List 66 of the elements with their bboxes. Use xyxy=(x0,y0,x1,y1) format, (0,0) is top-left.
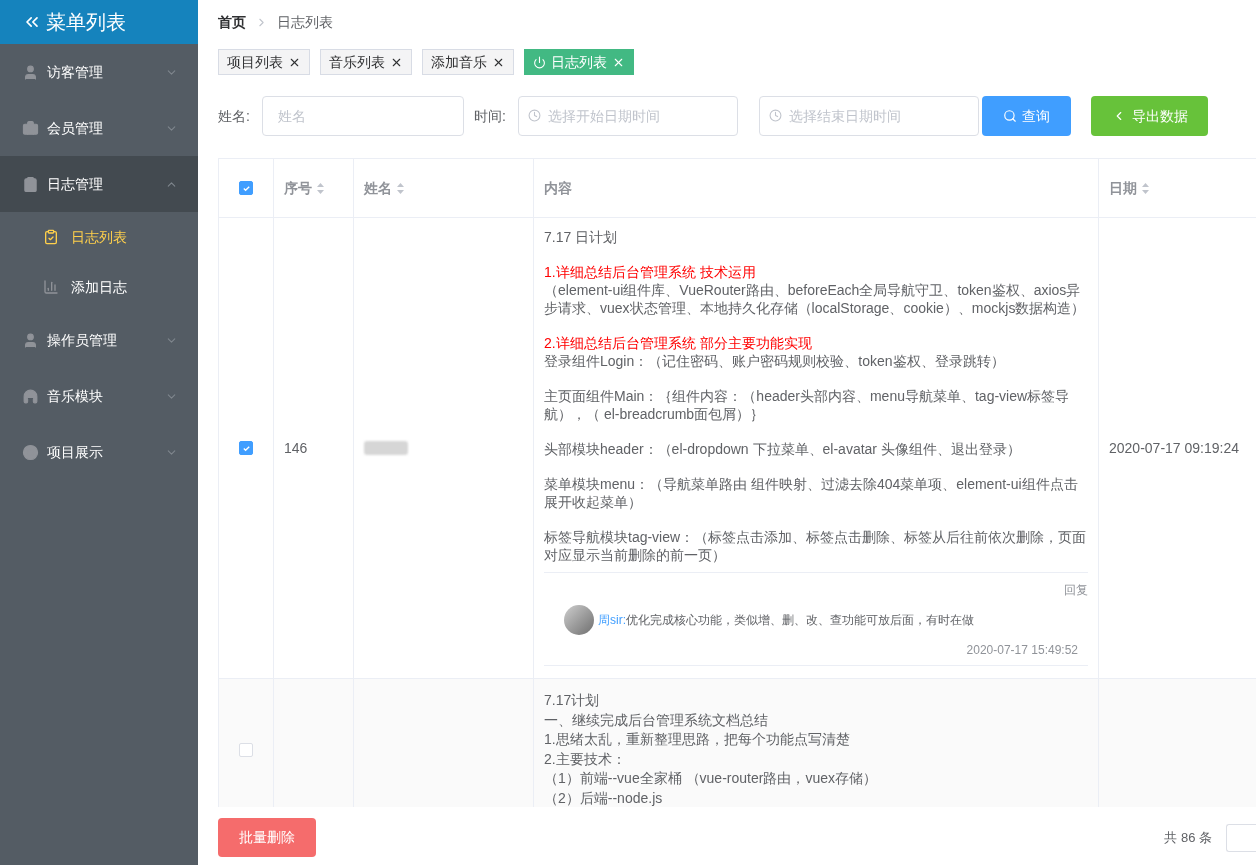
sidebar-title: 菜单列表 xyxy=(46,10,126,35)
menu-group-label: 操作员管理 xyxy=(47,330,118,350)
clock-icon xyxy=(528,109,541,122)
total-count: 共 86 条 xyxy=(1164,828,1212,847)
content-line: 菜单模块menu：（导航菜单路由 组件映射、过滤去除404菜单项、element-ui组件点击展开收起菜单） xyxy=(544,475,1079,511)
content-line: 2.主要技术： xyxy=(544,749,627,769)
content-heading: 1.详细总结后台管理系统 技术运用 xyxy=(544,263,757,281)
clipboard-icon xyxy=(22,175,39,193)
column-header: 内容 xyxy=(544,178,572,198)
content-line: 主页面组件Main：｛组件内容：（header头部内容、menu导航菜单、tag-view标签导航），（ el-breadcrumb面包屑）｝ xyxy=(544,387,1071,423)
menu-group[interactable]: 操作员管理 xyxy=(0,312,198,368)
content-line: （2）后端--node.js xyxy=(544,788,664,807)
content-line: 头部模块header：（el-dropdown 下拉菜单、el-avatar 头像组件、退出登录） xyxy=(544,440,1022,458)
view-tag[interactable]: 添加音乐 xyxy=(422,49,514,75)
content-line: 一、继续完成后台管理系统文档总结 xyxy=(544,710,769,730)
menu-group[interactable]: 日志管理 xyxy=(0,156,198,212)
menu-group-label: 访客管理 xyxy=(47,62,104,82)
blurred-name xyxy=(364,441,408,455)
breadcrumb-item: 日志列表 xyxy=(277,12,333,32)
menu-group[interactable]: 音乐模块 xyxy=(0,368,198,424)
table-cell-text: 146 xyxy=(284,438,308,458)
view-tag[interactable]: 项目列表 xyxy=(218,49,310,75)
time-label: 时间: xyxy=(474,106,507,126)
content-line: 标签导航模块tag-view：（标签点击添加、标签点击删除、标签从后往前依次删除，页面对应显示当前删除的前一页） xyxy=(544,528,1088,564)
user-icon xyxy=(22,63,39,81)
power-icon xyxy=(533,55,546,69)
end-date-field[interactable]: 选择结束日期时间 xyxy=(759,96,979,136)
menu-item[interactable]: 添加日志 xyxy=(0,262,198,312)
content-line: 1.思绪太乱，重新整理思路，把每个功能点写清楚 xyxy=(544,730,851,749)
content-line: 7.17 日计划 xyxy=(544,228,619,246)
name-field[interactable]: 姓名 xyxy=(262,96,464,136)
clock-icon xyxy=(769,109,782,122)
breadcrumb-item[interactable]: 首页 xyxy=(218,11,246,33)
content-line: （element-ui组件库、VueRouter路由、beforeEach全局导航守卫、token鉴权、axios异步请求、vuex状态管理、本地持久化存储（localStorage、cookie）、mockjs数据构造） xyxy=(544,281,1087,317)
bar-chart-icon xyxy=(43,279,59,295)
reply-time: 2020-07-17 15:49:52 xyxy=(966,642,1078,659)
reply-comment: 周sir:优化完成核心功能，类似增、删、改、查功能可放后面，有时在做 xyxy=(598,612,974,629)
menu-group[interactable]: 会员管理 xyxy=(0,100,198,156)
start-date-field[interactable]: 选择开始日期时间 xyxy=(518,96,738,136)
sort-icon[interactable] xyxy=(396,181,405,195)
checkbox[interactable] xyxy=(239,181,253,195)
briefcase-icon xyxy=(22,119,39,137)
menu-group[interactable]: 访客管理 xyxy=(0,44,198,100)
name-label: 姓名: xyxy=(218,106,251,126)
view-tag[interactable]: 音乐列表 xyxy=(320,49,412,75)
menu-group-label: 音乐模块 xyxy=(47,386,104,406)
menu-group-label: 项目展示 xyxy=(47,442,104,462)
check-icon xyxy=(241,443,251,453)
page-size-select[interactable] xyxy=(1226,823,1256,852)
clipboard-check-icon xyxy=(43,229,59,245)
content-line: 7.17计划 xyxy=(544,691,601,710)
menu-group-label: 日志管理 xyxy=(47,174,104,194)
sort-icon[interactable] xyxy=(316,181,325,195)
checkbox[interactable] xyxy=(239,441,253,455)
menu-group-label: 会员管理 xyxy=(47,118,104,138)
sort-icon[interactable] xyxy=(1141,181,1150,195)
search-icon xyxy=(1003,109,1017,123)
content-line: 登录组件Login：（记住密码、账户密码规则校验、token鉴权、登录跳转） xyxy=(544,352,1006,370)
avatar xyxy=(564,605,594,635)
user-icon xyxy=(22,331,39,349)
menu-group[interactable]: 项目展示 xyxy=(0,424,198,480)
content-line: （1）前端--vue全家桶 （vue-router路由，vuex存储） xyxy=(544,769,878,788)
content-heading: 2.详细总结后台管理系统 部分主要功能实现 xyxy=(544,334,813,352)
check-icon xyxy=(241,183,251,193)
menu-item[interactable]: 日志列表 xyxy=(0,212,198,262)
table-cell-text: 2020-07-17 09:19:24 xyxy=(1109,438,1239,458)
